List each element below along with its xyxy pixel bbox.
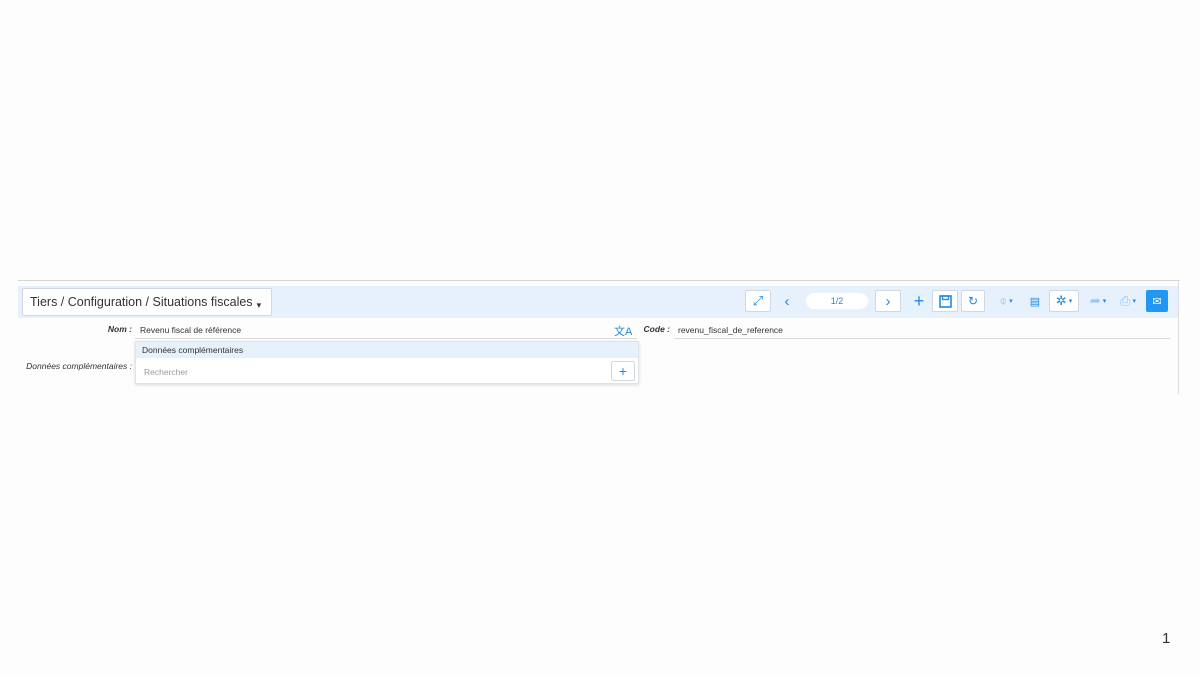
save-icon (938, 294, 952, 308)
code-underline (674, 338, 1170, 339)
right-divider (1178, 282, 1179, 394)
add-item-button[interactable]: + (611, 361, 635, 381)
print-button[interactable]: ⎙ ▾ (1115, 290, 1141, 312)
toolbar: Tiers / Configuration / Situations fisca… (18, 286, 1178, 318)
panel-title[interactable]: Données complémentaires (136, 342, 638, 358)
page-indicator: 1/2 (806, 293, 868, 309)
page-number: 1 (1162, 630, 1171, 647)
chevron-right-icon: › (885, 292, 891, 310)
breadcrumb-text: Tiers / Configuration / Situations fisca… (30, 295, 253, 309)
donnees-complementaires-label: Données complémentaires : (26, 361, 132, 371)
comment-icon: ▤ (1029, 295, 1041, 308)
expand-icon: ⤢ (752, 293, 764, 308)
expand-button[interactable]: ⤢ (745, 290, 771, 312)
code-label: Code : (643, 324, 670, 334)
translate-icon[interactable]: 文A (614, 323, 632, 339)
gear-icon: ✲ (1055, 293, 1067, 308)
share-arrow-icon: ➦ (1089, 293, 1101, 308)
caret-down-icon: ▾ (1068, 298, 1073, 305)
mail-button[interactable]: ✉ (1146, 290, 1168, 312)
refresh-button[interactable]: ↻ (961, 290, 985, 312)
add-button[interactable]: + (909, 290, 929, 312)
top-divider (18, 280, 1180, 281)
nom-label: Nom : (107, 324, 132, 334)
next-button[interactable]: › (875, 290, 901, 312)
search-input[interactable]: Rechercher (144, 367, 188, 377)
nom-field[interactable]: Revenu fiscal de référence (140, 325, 241, 335)
plus-icon: + (913, 290, 925, 311)
chevron-left-icon: ‹ (784, 292, 790, 310)
nom-underline (135, 338, 637, 339)
caret-down-icon: ▾ (1009, 298, 1013, 305)
refresh-icon: ↻ (967, 294, 979, 308)
paperclip-icon: ⌽ (999, 293, 1008, 308)
attachment-button[interactable]: ⌽ ▾ (994, 290, 1018, 312)
caret-down-icon: ▾ (1102, 298, 1107, 305)
breadcrumb-dropdown[interactable]: Tiers / Configuration / Situations fisca… (22, 288, 273, 316)
save-button[interactable] (932, 290, 958, 312)
comment-button[interactable]: ▤ (1025, 290, 1045, 312)
settings-button[interactable]: ✲ ▾ (1049, 290, 1079, 312)
donnees-complementaires-panel: Données complémentaires Rechercher + (135, 341, 639, 384)
share-button[interactable]: ➦ ▾ (1085, 290, 1111, 312)
plus-icon: + (618, 363, 628, 379)
screen: Tiers / Configuration / Situations fisca… (0, 0, 1200, 675)
caret-down-icon: ▾ (1132, 298, 1136, 305)
caret-down-icon: ▾ (256, 300, 262, 310)
previous-button[interactable]: ‹ (778, 290, 796, 312)
printer-icon: ⎙ (1120, 293, 1131, 308)
mail-icon: ✉ (1152, 295, 1162, 308)
code-field[interactable]: revenu_fiscal_de_reference (678, 325, 783, 335)
